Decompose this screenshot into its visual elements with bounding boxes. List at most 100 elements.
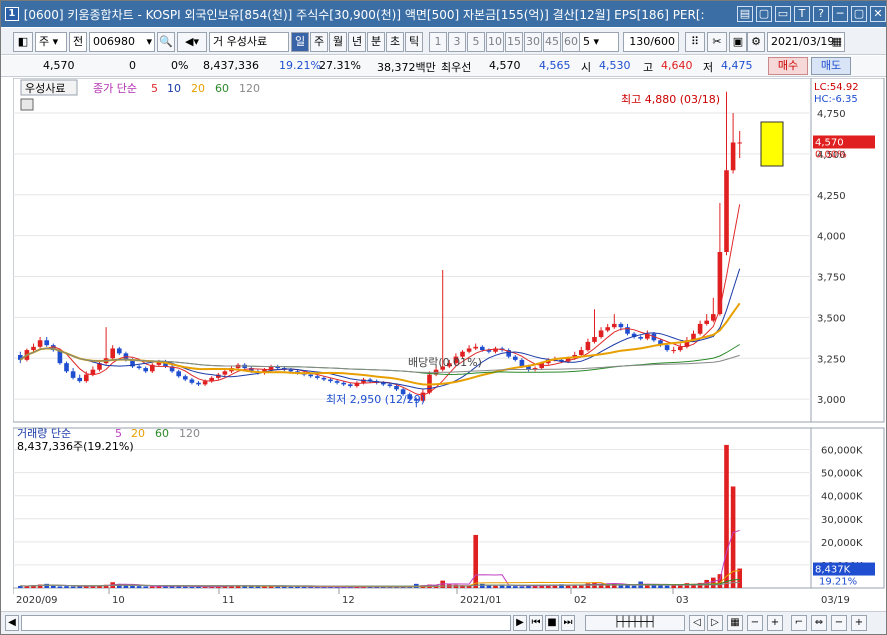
volume-current: 8,437K xyxy=(815,565,851,576)
price-chart[interactable]: 4,7504,5004,2504,0003,7503,5003,2503,000… xyxy=(13,78,886,608)
highlight-box xyxy=(760,121,784,167)
candle-body xyxy=(585,341,591,351)
tools-icon[interactable]: ✂ xyxy=(707,32,727,52)
period-button[interactable]: 일 xyxy=(291,32,309,52)
buy-button[interactable]: 매수 xyxy=(768,57,808,75)
zoom-left-icon[interactable]: ◁ xyxy=(689,615,705,631)
candle-body xyxy=(704,320,710,324)
x-tick: 12 xyxy=(342,595,355,606)
search-icon[interactable]: 🔍 xyxy=(157,32,175,52)
last-icon[interactable]: ⏭ xyxy=(561,615,575,631)
hc-label: HC:-6.35 xyxy=(814,94,858,105)
candle-body xyxy=(479,346,485,351)
candle-body xyxy=(717,252,723,315)
zoom-right-icon[interactable]: ▷ xyxy=(707,615,723,631)
turnover: 27.31% xyxy=(319,59,361,72)
plus-icon[interactable]: + xyxy=(767,615,783,631)
ruler-icon[interactable]: ⌐ xyxy=(791,615,807,631)
interval-select[interactable]: 5 ▾ xyxy=(579,32,619,52)
price: 4,570 xyxy=(43,59,75,72)
candle-body xyxy=(196,382,201,385)
menu-icon[interactable]: ▤ xyxy=(737,6,753,22)
period-button[interactable]: 주 xyxy=(310,32,328,52)
minute-button[interactable]: 45 xyxy=(543,32,561,52)
maximize-icon[interactable]: ▢ xyxy=(851,6,867,22)
volume-bar xyxy=(710,577,716,588)
count-input[interactable]: 130/600 xyxy=(623,32,679,52)
volume-bar xyxy=(64,586,69,588)
zoom-slider[interactable]: ├┼┼┼┼┼┤ xyxy=(585,615,685,631)
tab-icon[interactable]: ▭ xyxy=(775,6,791,22)
close-icon[interactable]: ✕ xyxy=(870,6,886,22)
minute-button[interactable]: 15 xyxy=(505,32,523,52)
restore-icon[interactable]: ▢ xyxy=(756,6,772,22)
high: 4,640 xyxy=(661,59,693,72)
candle-body xyxy=(341,382,347,385)
x-tick: 03 xyxy=(676,595,689,606)
minus2-icon[interactable]: − xyxy=(831,615,847,631)
x-tick: 11 xyxy=(222,595,235,606)
stop-icon[interactable]: ■ xyxy=(545,615,559,631)
price-tick: 3,750 xyxy=(817,273,846,284)
minute-button[interactable]: 5 xyxy=(467,32,485,52)
candle-body xyxy=(618,323,624,328)
volume-bar xyxy=(651,585,657,588)
volume-bar xyxy=(130,585,135,588)
type-select[interactable]: 주 ▾ xyxy=(35,32,67,52)
scroll-right-icon[interactable]: ▶ xyxy=(513,615,527,631)
volume-legend-20: 20 xyxy=(131,427,145,440)
sell-button[interactable]: 매도 xyxy=(811,57,851,75)
sound-icon[interactable]: ◀▾ xyxy=(177,32,207,52)
gear-icon[interactable]: ⚙ xyxy=(747,32,765,52)
current-pct: 0.00% xyxy=(815,149,847,160)
volume-bar xyxy=(664,585,670,588)
minute-button[interactable]: 10 xyxy=(486,32,504,52)
candle-body xyxy=(598,330,604,337)
date-input[interactable]: 2021/03/19 ▦ xyxy=(767,32,845,52)
volume-bar xyxy=(149,586,155,588)
period-button[interactable]: 틱 xyxy=(405,32,423,52)
volume-bar xyxy=(44,583,50,588)
best-value: 4,570 xyxy=(489,59,521,72)
scroll-left-icon[interactable]: ◀ xyxy=(5,615,19,631)
price-tick: 4,000 xyxy=(817,232,846,243)
candle-body xyxy=(44,340,50,346)
plus2-icon[interactable]: + xyxy=(851,615,867,631)
price-tick: 4,250 xyxy=(817,191,846,202)
minute-button[interactable]: 1 xyxy=(429,32,447,52)
ma-legend-120: 120 xyxy=(239,82,260,95)
text-icon[interactable]: T xyxy=(794,6,810,22)
volume-bar xyxy=(519,586,525,588)
minus-icon[interactable]: − xyxy=(747,615,763,631)
volume-bar xyxy=(658,585,663,588)
period-button[interactable]: 분 xyxy=(367,32,385,52)
high-label: 고 xyxy=(643,61,654,74)
candle-body xyxy=(347,384,353,387)
code-input[interactable]: 006980 ▾ xyxy=(89,32,155,52)
candle-body xyxy=(116,348,122,354)
minute-button[interactable]: 60 xyxy=(562,32,580,52)
period-button[interactable]: 년 xyxy=(348,32,366,52)
name-select[interactable]: 거 우성사료 xyxy=(209,32,289,52)
first-icon[interactable]: ⏮ xyxy=(529,615,543,631)
minimize-icon[interactable]: ─ xyxy=(832,6,848,22)
minute-button[interactable]: 30 xyxy=(524,32,542,52)
save-icon[interactable]: ▣ xyxy=(729,32,747,52)
minute-button[interactable]: 3 xyxy=(448,32,466,52)
scroll-track[interactable] xyxy=(21,615,511,631)
candle-body xyxy=(202,381,208,385)
candle-body xyxy=(466,348,472,352)
candle-body xyxy=(724,170,729,252)
candle-body xyxy=(70,371,76,378)
layout-icon[interactable]: ◧ xyxy=(13,32,33,52)
arrows-icon[interactable]: ⇔ xyxy=(811,615,827,631)
period-button[interactable]: 월 xyxy=(329,32,347,52)
volume-bar xyxy=(143,586,149,588)
tile-icon[interactable]: ▦ xyxy=(727,615,743,631)
volume-bar xyxy=(136,586,142,588)
indicator-icon[interactable]: ⠿ xyxy=(685,32,705,52)
change: 0 xyxy=(129,59,136,72)
period-button[interactable]: 초 xyxy=(386,32,404,52)
help-icon[interactable]: ? xyxy=(813,6,829,22)
market-select[interactable]: 전 xyxy=(69,32,87,52)
